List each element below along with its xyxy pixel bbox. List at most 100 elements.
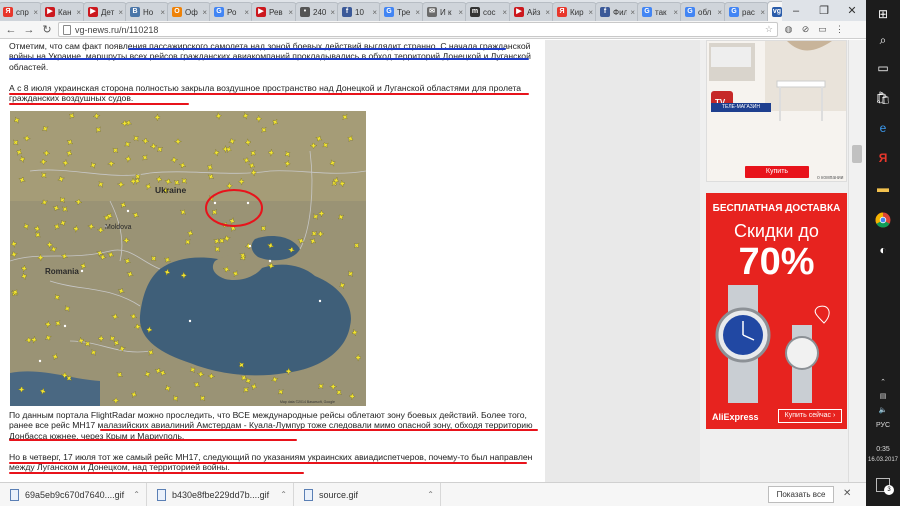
- tab-close-icon[interactable]: ×: [288, 8, 293, 17]
- chevron-up-icon[interactable]: ⌃: [280, 490, 287, 499]
- browser-tab[interactable]: ✉ И к ×: [422, 2, 467, 21]
- download-item[interactable]: source.gif ⌃: [294, 482, 441, 506]
- chevron-up-icon[interactable]: ⌃: [427, 490, 434, 499]
- tab-label: Кир: [570, 7, 584, 17]
- tab-favicon-icon: Я: [557, 7, 567, 17]
- tab-close-icon[interactable]: ×: [588, 8, 593, 17]
- tab-close-icon[interactable]: ×: [717, 8, 722, 17]
- ad2-cta-button[interactable]: Купить сейчас ›: [778, 409, 842, 423]
- browser-tab[interactable]: Я Кир ×: [552, 2, 597, 21]
- browser-tab[interactable]: ▶ Рев ×: [251, 2, 297, 21]
- city-dot: [268, 259, 272, 263]
- browser-tab[interactable]: f Фил ×: [595, 2, 639, 21]
- browser-tab[interactable]: m сос ×: [465, 2, 511, 21]
- start-icon[interactable]: ⊞: [873, 4, 893, 24]
- tab-close-icon[interactable]: ×: [76, 8, 81, 17]
- watches-image: [715, 285, 830, 403]
- download-item[interactable]: 69a5eb9c670d7640....gif ⌃: [0, 482, 147, 506]
- tab-close-icon[interactable]: ×: [330, 8, 335, 17]
- maximize-button[interactable]: ❐: [810, 0, 838, 21]
- browser-tab[interactable]: G Тре ×: [379, 2, 424, 21]
- ad-banner-aliexpress[interactable]: БЕСПЛАТНАЯ ДОСТАВКА Скидки до 70% AliExp…: [706, 193, 847, 429]
- tab-favicon-icon: G: [642, 7, 652, 17]
- language-indicator[interactable]: РУС: [866, 422, 900, 429]
- browser-tab[interactable]: В Но ×: [125, 2, 169, 21]
- reload-icon[interactable]: ↻: [40, 23, 54, 37]
- browser-tab[interactable]: О Оф ×: [167, 2, 211, 21]
- underline-red: [9, 93, 529, 95]
- scrollbar-thumb[interactable]: [852, 145, 862, 163]
- tab-close-icon[interactable]: ×: [630, 8, 635, 17]
- tab-close-icon[interactable]: ×: [502, 8, 507, 17]
- adblock-icon[interactable]: ⊘: [799, 23, 812, 36]
- tab-label: Айз: [527, 7, 541, 17]
- tab-close-icon[interactable]: ×: [244, 8, 249, 17]
- underline-blue: [9, 58, 529, 60]
- ad2-headline: БЕСПЛАТНАЯ ДОСТАВКА: [712, 203, 841, 214]
- minimize-button[interactable]: –: [782, 0, 810, 21]
- tab-close-icon[interactable]: ×: [458, 8, 463, 17]
- notifications-icon[interactable]: 3: [866, 478, 900, 495]
- tab-close-icon[interactable]: ×: [160, 8, 165, 17]
- tab-label: обл: [698, 7, 712, 17]
- file-icon: [157, 488, 166, 501]
- menu-icon[interactable]: ⋮: [833, 23, 846, 36]
- page-scrollbar[interactable]: [848, 40, 866, 482]
- app-icon[interactable]: ◐: [873, 240, 893, 260]
- browser-tab[interactable]: G Ро ×: [209, 2, 253, 21]
- show-all-downloads-button[interactable]: Показать все: [768, 486, 834, 503]
- close-icon[interactable]: ✕: [843, 488, 851, 499]
- edge-icon[interactable]: e: [873, 118, 893, 138]
- tray-chevron-icon[interactable]: ⌃: [866, 378, 900, 386]
- browser-tab[interactable]: Gтак ×: [637, 2, 682, 21]
- tab-close-icon[interactable]: ×: [415, 8, 420, 17]
- browser-tab[interactable]: ▶ Айз ×: [509, 2, 554, 21]
- underline-red: [9, 472, 304, 474]
- tab-close-icon[interactable]: ×: [673, 8, 678, 17]
- back-icon[interactable]: ←: [4, 23, 18, 37]
- page-info-icon[interactable]: [63, 24, 71, 35]
- forward-icon[interactable]: →: [22, 23, 36, 37]
- tab-close-icon[interactable]: ×: [33, 8, 38, 17]
- network-icon[interactable]: ▤: [866, 392, 900, 400]
- store-icon[interactable]: 🛍: [873, 88, 893, 108]
- map-graphic: Ukraine Moldova Romania Map data ©2014 B…: [10, 111, 366, 406]
- tab-label: спр: [16, 7, 29, 17]
- browser-tab[interactable]: Яспр ×: [0, 2, 42, 21]
- download-item[interactable]: b430e8fbe229dd7b....gif ⌃: [147, 482, 294, 506]
- search-icon[interactable]: ⌕: [873, 30, 893, 50]
- tab-close-icon[interactable]: ×: [202, 8, 207, 17]
- tab-close-icon[interactable]: ×: [372, 8, 377, 17]
- tab-close-icon[interactable]: ×: [118, 8, 123, 17]
- browser-tab[interactable]: • 240 ×: [295, 2, 339, 21]
- folder-icon[interactable]: ▬: [873, 178, 893, 198]
- ad1-tag[interactable]: о компании: [817, 175, 843, 181]
- ad1-buy-button[interactable]: Купить: [745, 166, 809, 178]
- tab-label: Кан: [58, 7, 72, 17]
- label-ukraine: Ukraine: [155, 185, 186, 195]
- chrome-icon[interactable]: [873, 210, 893, 230]
- city-dot: [38, 359, 42, 363]
- chevron-up-icon[interactable]: ⌃: [133, 490, 140, 499]
- clock-time[interactable]: 0:35: [866, 446, 900, 453]
- task-view-icon[interactable]: ▭: [873, 58, 893, 78]
- close-window-button[interactable]: ✕: [838, 0, 866, 21]
- tab-close-icon[interactable]: ×: [545, 8, 550, 17]
- tab-favicon-icon: Я: [3, 7, 13, 17]
- browser-tab[interactable]: Gрас ×: [724, 2, 769, 21]
- browser-tab[interactable]: Gобл ×: [680, 2, 726, 21]
- address-bar[interactable]: vg-news.ru/n/110218 ☆: [58, 22, 778, 37]
- underline-red: [9, 462, 527, 464]
- ad-banner-teleshop[interactable]: TV ТЕЛЕ-МАГАЗИН Купить о компании: [706, 40, 847, 182]
- yandex-icon[interactable]: Я: [873, 148, 893, 168]
- bookmark-star-icon[interactable]: ☆: [765, 24, 773, 35]
- cast-icon[interactable]: ▭: [816, 23, 829, 36]
- volume-icon[interactable]: 🔈: [866, 406, 900, 414]
- ad2-brand: AliExpress: [712, 412, 759, 422]
- browser-tab[interactable]: ▶ Кан ×: [40, 2, 85, 21]
- browser-tab[interactable]: f 10 ×: [337, 2, 381, 21]
- clock-date[interactable]: 16.03.2017: [866, 457, 900, 463]
- tab-close-icon[interactable]: ×: [760, 8, 765, 17]
- browser-tab[interactable]: ▶ Дет ×: [83, 2, 127, 21]
- extension-icon[interactable]: ◍: [782, 23, 795, 36]
